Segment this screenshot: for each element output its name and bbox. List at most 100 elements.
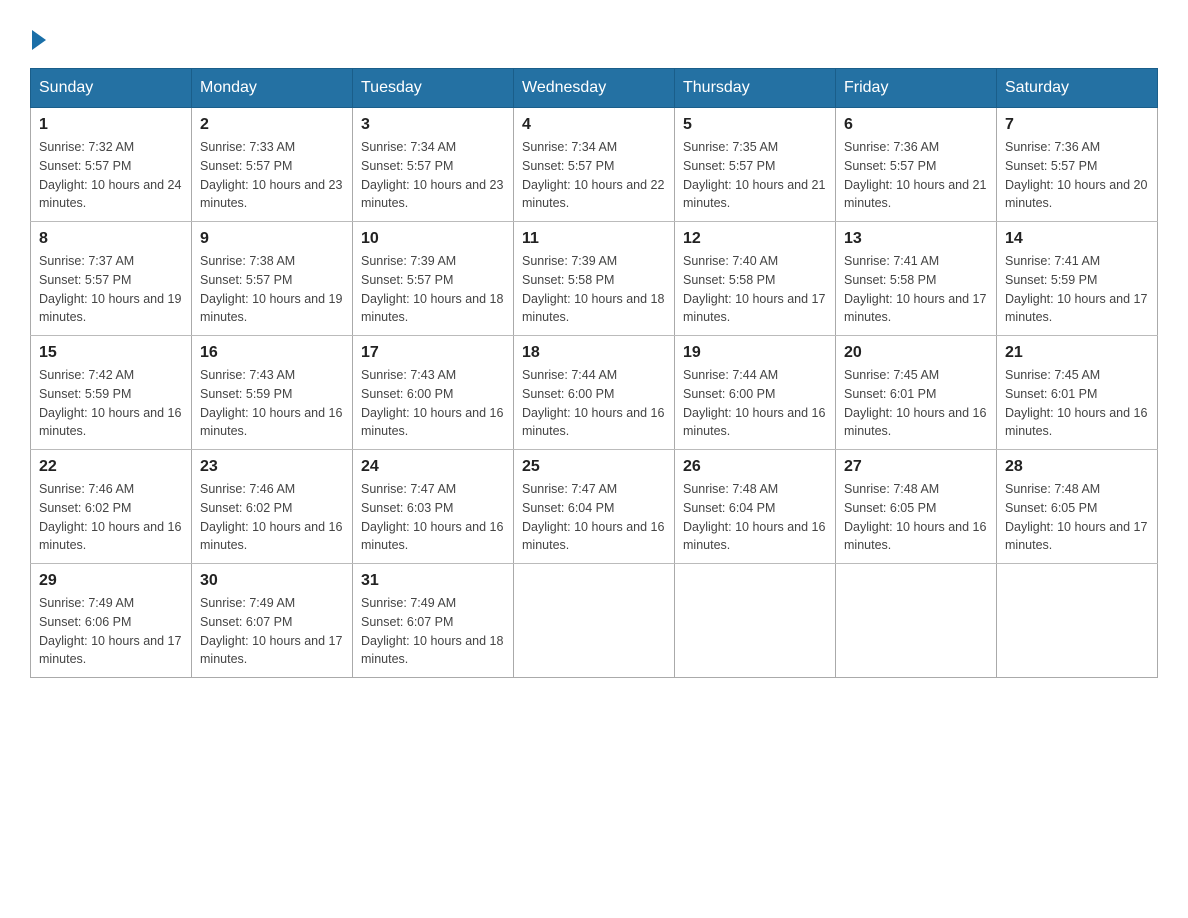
day-number: 23 <box>200 458 344 476</box>
sunrise-label: Sunrise: 7:42 AM <box>39 368 134 382</box>
calendar-week-row: 22 Sunrise: 7:46 AM Sunset: 6:02 PM Dayl… <box>31 450 1158 564</box>
day-number: 21 <box>1005 344 1149 362</box>
daylight-label: Daylight: 10 hours and 17 minutes. <box>1005 292 1147 325</box>
daylight-label: Daylight: 10 hours and 22 minutes. <box>522 178 664 211</box>
calendar-cell: 22 Sunrise: 7:46 AM Sunset: 6:02 PM Dayl… <box>31 450 192 564</box>
calendar-cell <box>836 564 997 678</box>
day-number: 17 <box>361 344 505 362</box>
day-info: Sunrise: 7:38 AM Sunset: 5:57 PM Dayligh… <box>200 252 344 327</box>
day-info: Sunrise: 7:36 AM Sunset: 5:57 PM Dayligh… <box>1005 138 1149 213</box>
day-info: Sunrise: 7:47 AM Sunset: 6:04 PM Dayligh… <box>522 480 666 555</box>
calendar-header: SundayMondayTuesdayWednesdayThursdayFrid… <box>31 69 1158 108</box>
weekday-header-saturday: Saturday <box>997 69 1158 108</box>
daylight-label: Daylight: 10 hours and 16 minutes. <box>200 520 342 553</box>
day-info: Sunrise: 7:41 AM Sunset: 5:58 PM Dayligh… <box>844 252 988 327</box>
calendar-cell: 14 Sunrise: 7:41 AM Sunset: 5:59 PM Dayl… <box>997 222 1158 336</box>
calendar-cell: 18 Sunrise: 7:44 AM Sunset: 6:00 PM Dayl… <box>514 336 675 450</box>
calendar-cell: 30 Sunrise: 7:49 AM Sunset: 6:07 PM Dayl… <box>192 564 353 678</box>
daylight-label: Daylight: 10 hours and 21 minutes. <box>683 178 825 211</box>
calendar-cell: 11 Sunrise: 7:39 AM Sunset: 5:58 PM Dayl… <box>514 222 675 336</box>
day-info: Sunrise: 7:49 AM Sunset: 6:07 PM Dayligh… <box>200 594 344 669</box>
day-number: 13 <box>844 230 988 248</box>
day-info: Sunrise: 7:47 AM Sunset: 6:03 PM Dayligh… <box>361 480 505 555</box>
sunrise-label: Sunrise: 7:39 AM <box>361 254 456 268</box>
day-number: 12 <box>683 230 827 248</box>
calendar-cell: 7 Sunrise: 7:36 AM Sunset: 5:57 PM Dayli… <box>997 108 1158 222</box>
day-number: 27 <box>844 458 988 476</box>
sunrise-label: Sunrise: 7:45 AM <box>844 368 939 382</box>
daylight-label: Daylight: 10 hours and 18 minutes. <box>522 292 664 325</box>
sunset-label: Sunset: 6:00 PM <box>683 387 775 401</box>
sunrise-label: Sunrise: 7:48 AM <box>844 482 939 496</box>
sunrise-label: Sunrise: 7:43 AM <box>361 368 456 382</box>
day-info: Sunrise: 7:32 AM Sunset: 5:57 PM Dayligh… <box>39 138 183 213</box>
sunset-label: Sunset: 5:57 PM <box>522 159 614 173</box>
daylight-label: Daylight: 10 hours and 16 minutes. <box>522 520 664 553</box>
day-info: Sunrise: 7:44 AM Sunset: 6:00 PM Dayligh… <box>683 366 827 441</box>
calendar-cell: 17 Sunrise: 7:43 AM Sunset: 6:00 PM Dayl… <box>353 336 514 450</box>
day-info: Sunrise: 7:43 AM Sunset: 5:59 PM Dayligh… <box>200 366 344 441</box>
day-info: Sunrise: 7:40 AM Sunset: 5:58 PM Dayligh… <box>683 252 827 327</box>
day-number: 1 <box>39 116 183 134</box>
day-number: 10 <box>361 230 505 248</box>
sunrise-label: Sunrise: 7:47 AM <box>361 482 456 496</box>
calendar-cell <box>514 564 675 678</box>
calendar-cell: 19 Sunrise: 7:44 AM Sunset: 6:00 PM Dayl… <box>675 336 836 450</box>
daylight-label: Daylight: 10 hours and 16 minutes. <box>844 520 986 553</box>
sunrise-label: Sunrise: 7:41 AM <box>844 254 939 268</box>
day-info: Sunrise: 7:46 AM Sunset: 6:02 PM Dayligh… <box>200 480 344 555</box>
day-number: 15 <box>39 344 183 362</box>
calendar-week-row: 1 Sunrise: 7:32 AM Sunset: 5:57 PM Dayli… <box>31 108 1158 222</box>
sunset-label: Sunset: 5:57 PM <box>361 159 453 173</box>
day-number: 2 <box>200 116 344 134</box>
sunset-label: Sunset: 5:58 PM <box>522 273 614 287</box>
calendar-cell: 4 Sunrise: 7:34 AM Sunset: 5:57 PM Dayli… <box>514 108 675 222</box>
sunrise-label: Sunrise: 7:46 AM <box>39 482 134 496</box>
daylight-label: Daylight: 10 hours and 16 minutes. <box>361 520 503 553</box>
day-number: 19 <box>683 344 827 362</box>
sunrise-label: Sunrise: 7:40 AM <box>683 254 778 268</box>
calendar-cell: 8 Sunrise: 7:37 AM Sunset: 5:57 PM Dayli… <box>31 222 192 336</box>
sunset-label: Sunset: 5:59 PM <box>39 387 131 401</box>
page-header <box>30 20 1158 48</box>
day-number: 31 <box>361 572 505 590</box>
calendar-cell: 15 Sunrise: 7:42 AM Sunset: 5:59 PM Dayl… <box>31 336 192 450</box>
day-number: 29 <box>39 572 183 590</box>
sunrise-label: Sunrise: 7:33 AM <box>200 140 295 154</box>
calendar-body: 1 Sunrise: 7:32 AM Sunset: 5:57 PM Dayli… <box>31 108 1158 678</box>
sunrise-label: Sunrise: 7:32 AM <box>39 140 134 154</box>
sunrise-label: Sunrise: 7:43 AM <box>200 368 295 382</box>
calendar-cell: 31 Sunrise: 7:49 AM Sunset: 6:07 PM Dayl… <box>353 564 514 678</box>
daylight-label: Daylight: 10 hours and 18 minutes. <box>361 292 503 325</box>
day-info: Sunrise: 7:43 AM Sunset: 6:00 PM Dayligh… <box>361 366 505 441</box>
day-number: 20 <box>844 344 988 362</box>
day-info: Sunrise: 7:48 AM Sunset: 6:05 PM Dayligh… <box>1005 480 1149 555</box>
day-info: Sunrise: 7:44 AM Sunset: 6:00 PM Dayligh… <box>522 366 666 441</box>
day-info: Sunrise: 7:34 AM Sunset: 5:57 PM Dayligh… <box>361 138 505 213</box>
day-info: Sunrise: 7:48 AM Sunset: 6:05 PM Dayligh… <box>844 480 988 555</box>
sunset-label: Sunset: 5:57 PM <box>200 273 292 287</box>
weekday-header-monday: Monday <box>192 69 353 108</box>
calendar-cell: 10 Sunrise: 7:39 AM Sunset: 5:57 PM Dayl… <box>353 222 514 336</box>
day-info: Sunrise: 7:36 AM Sunset: 5:57 PM Dayligh… <box>844 138 988 213</box>
calendar-week-row: 29 Sunrise: 7:49 AM Sunset: 6:06 PM Dayl… <box>31 564 1158 678</box>
day-info: Sunrise: 7:33 AM Sunset: 5:57 PM Dayligh… <box>200 138 344 213</box>
weekday-header-tuesday: Tuesday <box>353 69 514 108</box>
sunrise-label: Sunrise: 7:49 AM <box>39 596 134 610</box>
sunset-label: Sunset: 6:00 PM <box>361 387 453 401</box>
sunset-label: Sunset: 6:06 PM <box>39 615 131 629</box>
daylight-label: Daylight: 10 hours and 16 minutes. <box>361 406 503 439</box>
day-info: Sunrise: 7:39 AM Sunset: 5:58 PM Dayligh… <box>522 252 666 327</box>
calendar-cell: 29 Sunrise: 7:49 AM Sunset: 6:06 PM Dayl… <box>31 564 192 678</box>
day-number: 14 <box>1005 230 1149 248</box>
daylight-label: Daylight: 10 hours and 17 minutes. <box>844 292 986 325</box>
day-info: Sunrise: 7:42 AM Sunset: 5:59 PM Dayligh… <box>39 366 183 441</box>
sunset-label: Sunset: 5:58 PM <box>844 273 936 287</box>
sunset-label: Sunset: 5:57 PM <box>683 159 775 173</box>
sunset-label: Sunset: 6:05 PM <box>1005 501 1097 515</box>
logo-arrow-icon <box>32 30 46 50</box>
weekday-header-sunday: Sunday <box>31 69 192 108</box>
day-info: Sunrise: 7:48 AM Sunset: 6:04 PM Dayligh… <box>683 480 827 555</box>
daylight-label: Daylight: 10 hours and 23 minutes. <box>200 178 342 211</box>
day-number: 11 <box>522 230 666 248</box>
